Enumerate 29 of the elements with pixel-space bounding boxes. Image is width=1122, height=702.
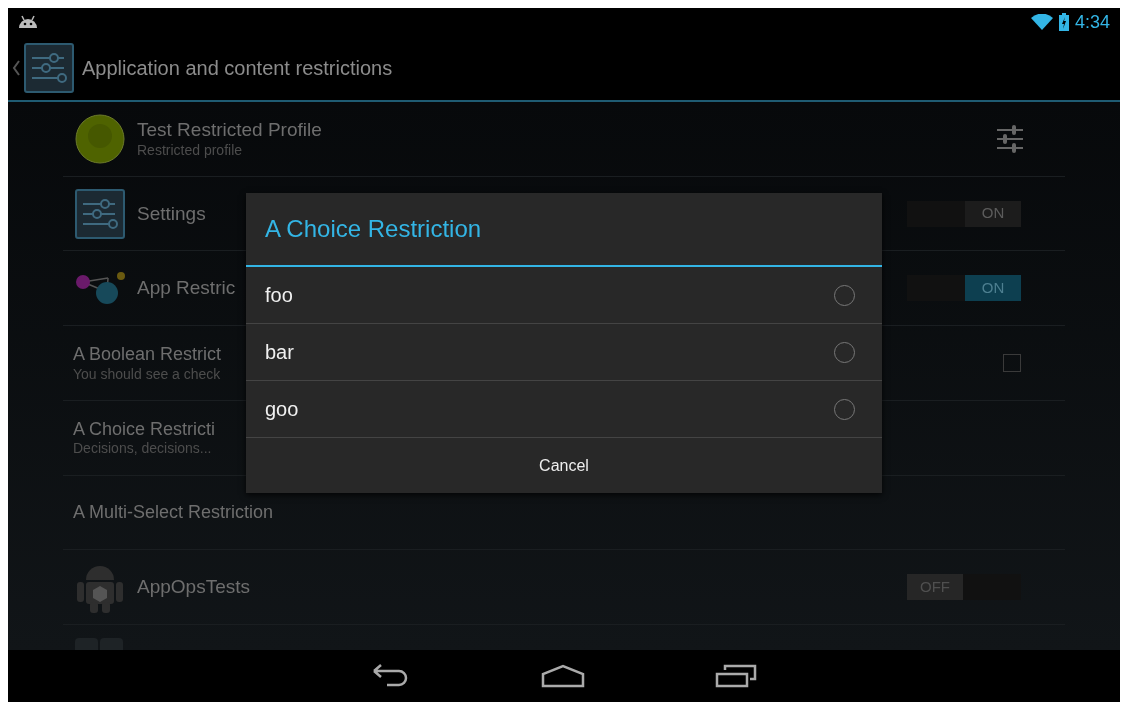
row-title: A Choice Restricti — [73, 417, 216, 441]
row-title: Settings — [137, 201, 206, 226]
checkbox[interactable] — [1003, 354, 1021, 373]
sliders-icon[interactable] — [995, 123, 1025, 154]
option-item[interactable]: foo — [246, 267, 882, 324]
row-subtitle: Restricted profile — [137, 142, 243, 160]
battery-icon — [1058, 13, 1069, 31]
molecule-icon — [75, 270, 125, 307]
sliders-icon — [75, 188, 125, 239]
screen-title: Application and content restrictions — [82, 56, 393, 81]
option-item[interactable]: bar — [246, 324, 882, 381]
sliders-icon — [24, 43, 74, 93]
row-title: App Restric — [137, 276, 236, 301]
cancel-button[interactable]: Cancel — [246, 438, 882, 493]
back-caret-icon[interactable] — [12, 60, 20, 76]
dialog-title: A Choice Restriction — [265, 214, 482, 244]
row-title: Test Restricted Profile — [137, 118, 322, 142]
avatar-icon — [75, 113, 125, 164]
recents-icon[interactable] — [715, 664, 757, 688]
clock-time: 4:34 — [1074, 10, 1110, 34]
row-title: AppOpsTests — [137, 575, 250, 600]
row-title: A Boolean Restrict — [73, 343, 222, 366]
android-icon — [18, 15, 38, 29]
row-title: A Multi-Select Restriction — [73, 501, 274, 524]
wifi-icon — [1030, 14, 1053, 30]
row-subtitle: You should see a check — [73, 365, 221, 384]
home-icon[interactable] — [541, 664, 585, 688]
row-subtitle: Decisions, decisions... — [73, 440, 212, 458]
app-icon — [75, 638, 123, 650]
